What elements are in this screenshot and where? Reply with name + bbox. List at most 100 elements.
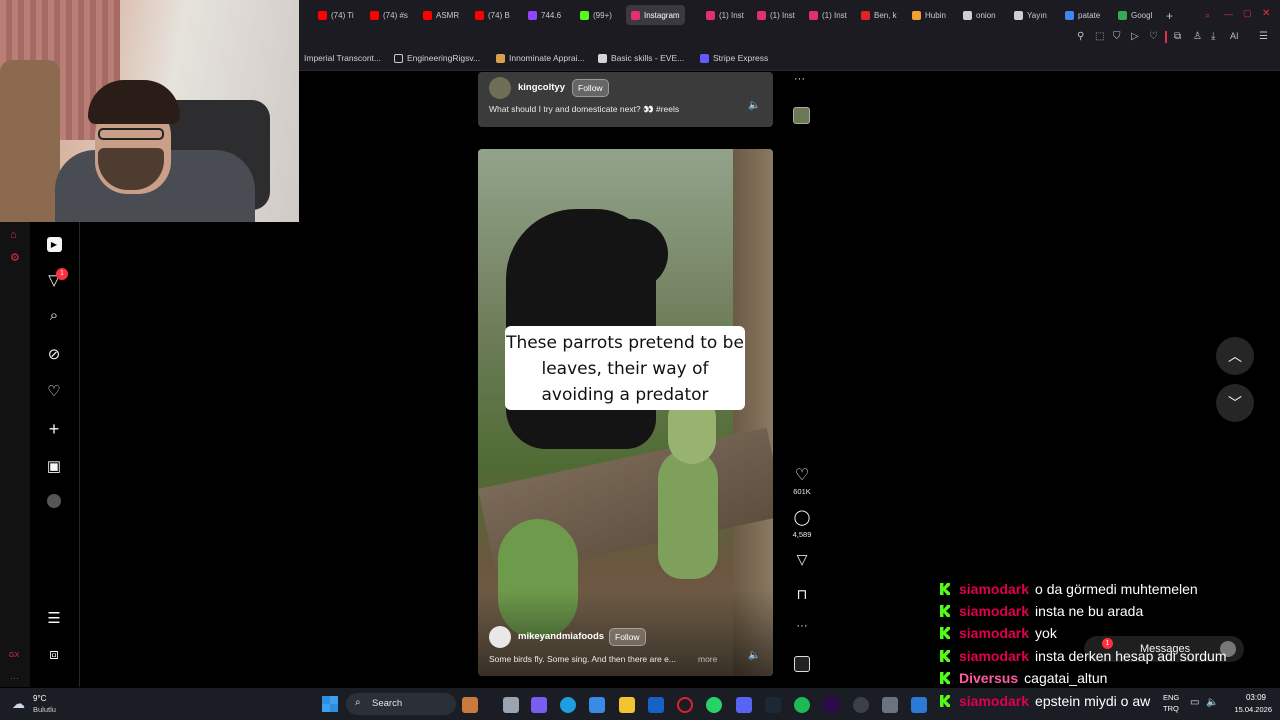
play-icon[interactable]: ▷ [1131,31,1139,42]
clock-time[interactable]: 03:09 [1222,693,1266,702]
network-icon[interactable]: ▭ [1190,697,1199,708]
volume-icon[interactable]: 🔈 [748,650,760,661]
browser-tab[interactable]: (74) B [475,5,510,25]
clock-date[interactable]: 15.04.2026 [1222,705,1272,714]
volume-icon[interactable]: 🔈 [1206,697,1218,708]
tab-label: Googl [1131,10,1153,20]
save-icon[interactable]: ⊓ [790,586,814,603]
profile-avatar[interactable] [30,494,78,512]
extensions-icon[interactable]: ⧉ [1174,31,1181,42]
home-icon[interactable]: ⌂ [10,229,17,241]
menu-icon[interactable]: ☰ [1259,31,1268,42]
weather-cloud-icon[interactable]: ☁ [12,696,25,712]
reel-card-top[interactable] [478,72,773,127]
whatsapp-icon[interactable] [706,697,722,713]
explore-icon[interactable]: ⊘ [30,345,78,363]
premiere-icon[interactable] [823,697,839,713]
browser-tab[interactable]: onion [963,5,996,25]
avatar[interactable] [489,77,511,99]
browser-tab[interactable]: (99+) [580,5,612,25]
weather-temperature[interactable]: 9°C [33,694,46,703]
threads-icon[interactable]: ⧈ [30,646,78,663]
edge-icon[interactable] [560,697,576,713]
comment-icon[interactable]: ◯ [790,508,814,526]
direct-messages-icon[interactable]: ▽ [30,271,78,289]
windows-start-icon[interactable] [322,696,338,712]
browser-tab[interactable]: Instagram [626,5,685,25]
profile-icon[interactable]: ♙ [1193,31,1202,42]
shield-icon[interactable]: ⛉ [1113,31,1121,42]
browser-tab[interactable]: Hubin [912,5,946,25]
new-tab-button[interactable]: + [1166,9,1173,23]
keyboard-layout[interactable]: TRQ [1163,704,1179,713]
reels-icon[interactable]: ▶ [30,234,78,252]
task-view-icon[interactable] [503,697,519,713]
audio-thumbnail[interactable] [794,656,810,672]
copilot-icon[interactable] [531,697,547,713]
download-icon[interactable]: ⤓ [1211,31,1215,42]
browser-tab[interactable]: ASMR [423,5,459,25]
bookmark-item[interactable]: Basic skills - EVE... [598,53,684,63]
browser-tab[interactable]: (74) Ti [318,5,354,25]
next-reel-button[interactable]: ﹀ [1216,384,1254,422]
reel-card-main[interactable] [478,149,773,676]
taskbar-search[interactable]: Search [346,693,456,715]
search-icon[interactable]: ⌕ [30,307,78,324]
browser-tab[interactable]: Googl [1118,5,1152,25]
chat-message: siamodark insta derken hesap adi sordum [940,648,1227,664]
browser-tab[interactable]: 744.6 [528,5,561,25]
follow-button[interactable]: Follow [609,628,646,646]
language-indicator[interactable]: ENG [1163,693,1179,702]
snapshot-icon[interactable]: ⬚ [1095,31,1104,42]
app-icon[interactable] [853,697,869,713]
minimize-icon[interactable]: — [1224,9,1233,19]
more-menu-icon[interactable]: ☰ [30,609,78,627]
store-icon[interactable] [589,697,605,713]
site-icon [598,53,607,63]
browser-tab[interactable]: (1) Inst [809,5,847,25]
bookmark-item[interactable]: EngineeringRigsv... [394,53,480,63]
browser-tab[interactable]: (74) #s [370,5,408,25]
avatar[interactable] [489,626,511,648]
create-icon[interactable]: + [30,419,78,440]
outlook-icon[interactable] [648,697,664,713]
discord-icon[interactable] [736,697,752,713]
username[interactable]: mikeyandmiafoods [518,631,604,642]
browser-tab[interactable]: (1) Inst [706,5,744,25]
search-highlight-icon[interactable] [462,697,478,713]
share-icon[interactable]: ▽ [790,551,814,568]
notifications-heart-icon[interactable]: ♡ [30,382,78,400]
ai-button[interactable]: AI [1230,31,1239,41]
previous-reel-button[interactable]: ︿ [1216,337,1254,375]
opera-gx-icon[interactable] [677,697,693,713]
maximize-icon[interactable]: ▢ [1243,8,1252,19]
like-icon[interactable]: ♡ [790,465,814,485]
audio-thumbnail[interactable] [793,107,810,124]
more-link[interactable]: more [698,654,717,664]
settings-icon[interactable] [882,697,898,713]
close-icon[interactable]: ✕ [1262,8,1270,19]
dashboard-icon[interactable]: ▣ [30,457,78,475]
file-explorer-icon[interactable] [619,697,635,713]
app-icon[interactable] [911,697,927,713]
heart-icon[interactable]: ♡ [1149,31,1158,42]
browser-tab[interactable]: patate [1065,5,1100,25]
follow-button[interactable]: Follow [572,79,609,97]
spotify-icon[interactable] [794,697,810,713]
more-options-icon[interactable]: ··· [790,620,814,632]
steam-icon[interactable] [765,697,781,713]
weather-description[interactable]: Bulutlu [33,705,56,714]
username[interactable]: kingcoltyy [518,82,565,93]
browser-tab[interactable]: Yayın [1014,5,1047,25]
volume-icon[interactable]: 🔈 [748,100,760,111]
more-options-icon[interactable]: ··· [794,73,805,85]
browser-tab[interactable]: Ben, k [861,5,897,25]
browser-tab[interactable]: (1) Inst [757,5,795,25]
search-icon[interactable]: ⌕ [1205,10,1210,21]
bookmark-item[interactable]: Stripe Express [700,53,768,63]
more-icon[interactable]: ··· [10,673,19,683]
settings-icon[interactable]: ⚙ [10,251,20,264]
bookmark-item[interactable]: Innominate Apprai... [496,53,585,63]
pin-icon[interactable]: ⚲ [1077,31,1084,42]
bookmark-item[interactable]: Imperial Transcont... [304,53,381,63]
